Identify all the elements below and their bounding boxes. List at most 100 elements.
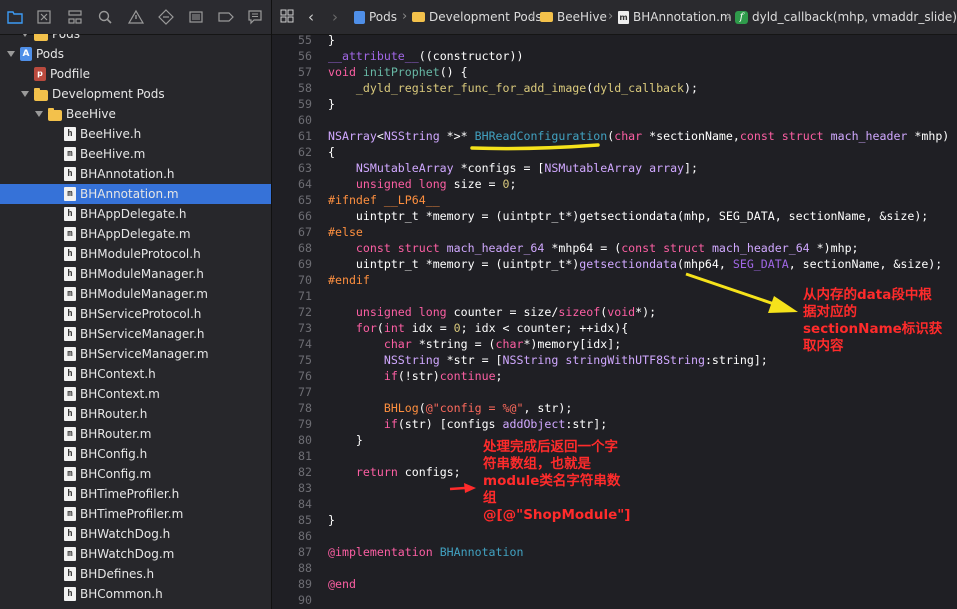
back-button[interactable]: ‹ bbox=[308, 8, 314, 26]
crumb-pods[interactable]: Pods bbox=[354, 10, 397, 24]
crumb-function[interactable]: f dyld_callback(mhp, vmaddr_slide) bbox=[735, 10, 957, 24]
report-icon[interactable] bbox=[246, 8, 264, 26]
code-token: configs; bbox=[404, 465, 461, 479]
line-number: 84 bbox=[298, 497, 312, 511]
crumb-beehive[interactable]: BeeHive bbox=[540, 10, 607, 24]
code-line: const struct mach_header_64 *mhp64 = (co… bbox=[328, 240, 859, 256]
line-number: 64 bbox=[298, 177, 312, 191]
tree-item[interactable]: Development Pods bbox=[0, 84, 271, 104]
tree-item[interactable]: h BHAnnotation.h bbox=[0, 164, 271, 184]
code-token: () { bbox=[439, 65, 468, 79]
tree-item-label: BHConfig.m bbox=[80, 467, 152, 481]
tree-item-label: BHContext.m bbox=[80, 387, 160, 401]
tree-item-label: BHServiceManager.h bbox=[80, 327, 205, 341]
code-line: uintptr_t *memory = (uintptr_t*)getsecti… bbox=[328, 208, 928, 224]
tree-item[interactable]: p Podfile bbox=[0, 64, 271, 84]
tree-item[interactable]: h BHModuleManager.h bbox=[0, 264, 271, 284]
header-file-icon: h bbox=[64, 587, 76, 601]
code-token: idx = bbox=[411, 321, 454, 335]
tree-item-label: BHContext.h bbox=[80, 367, 156, 381]
code-token: mach_header_64 bbox=[446, 241, 545, 255]
issue-icon[interactable] bbox=[127, 8, 145, 26]
crumb-development-pods[interactable]: Development Pods bbox=[412, 10, 542, 24]
folder-icon bbox=[34, 34, 48, 41]
annotation-line: 据对应的 bbox=[803, 304, 857, 320]
tree-item[interactable]: m BHConfig.m bbox=[0, 464, 271, 484]
tree-item[interactable]: h BHContext.h bbox=[0, 364, 271, 384]
tree-item[interactable]: m BHServiceManager.m bbox=[0, 344, 271, 364]
code-token: < bbox=[376, 129, 384, 143]
code-token: if bbox=[383, 369, 398, 383]
header-file-icon: h bbox=[64, 127, 76, 141]
code-token: 0 bbox=[502, 177, 510, 191]
tree-item[interactable]: h BHCommon.h bbox=[0, 584, 271, 604]
search-icon[interactable] bbox=[96, 8, 114, 26]
related-items-icon[interactable] bbox=[280, 9, 294, 23]
tree-item[interactable]: h BHConfig.h bbox=[0, 444, 271, 464]
tree-item-label: BHAppDelegate.m bbox=[80, 227, 191, 241]
forward-button[interactable]: › bbox=[332, 8, 338, 26]
tree-item[interactable]: h BHAppDelegate.h bbox=[0, 204, 271, 224]
disclosure-triangle-icon[interactable] bbox=[34, 109, 44, 119]
tree-item[interactable]: m BHRouter.m bbox=[0, 424, 271, 444]
tree-item[interactable]: m BHModuleManager.m bbox=[0, 284, 271, 304]
tree-item[interactable]: h BHRouter.h bbox=[0, 404, 271, 424]
header-file-icon: h bbox=[64, 367, 76, 381]
header-file-icon: h bbox=[64, 207, 76, 221]
folder-icon[interactable] bbox=[6, 8, 24, 26]
test-icon[interactable] bbox=[157, 8, 175, 26]
tree-item[interactable]: h BHDefines.h bbox=[0, 564, 271, 584]
function-icon: f bbox=[735, 10, 748, 24]
tree-item[interactable]: Pods bbox=[0, 34, 271, 44]
annotation-line: 取内容 bbox=[803, 338, 844, 354]
code-token: } bbox=[328, 513, 335, 527]
tree-item[interactable]: h BHWatchDog.h bbox=[0, 524, 271, 544]
tree-item[interactable]: m BHTimeProfiler.m bbox=[0, 504, 271, 524]
disclosure-triangle-icon[interactable] bbox=[20, 89, 30, 99]
tree-item-label: BHModuleProtocol.h bbox=[80, 247, 201, 261]
disclosure-triangle-icon[interactable] bbox=[20, 34, 30, 39]
line-number: 82 bbox=[298, 465, 312, 479]
tree-item-label: BHDefines.h bbox=[80, 567, 155, 581]
tree-item[interactable]: m BHContext.m bbox=[0, 384, 271, 404]
tree-item[interactable]: h BHModuleProtocol.h bbox=[0, 244, 271, 264]
line-number: 74 bbox=[298, 337, 312, 351]
debug-icon[interactable] bbox=[187, 8, 205, 26]
line-number: 65 bbox=[298, 193, 312, 207]
tree-item[interactable]: h BHServiceManager.h bbox=[0, 324, 271, 344]
source-control-icon[interactable] bbox=[35, 8, 53, 26]
tree-item[interactable]: h BeeHive.h bbox=[0, 124, 271, 144]
code-token: :string]; bbox=[704, 353, 768, 367]
line-number: 86 bbox=[298, 529, 312, 543]
file-tree: Pods A Pods p Podfile Development Pods BeeHive… bbox=[0, 34, 271, 609]
tree-item[interactable]: h BHServiceProtocol.h bbox=[0, 304, 271, 324]
tree-item[interactable]: m BHAnnotation.m bbox=[0, 184, 271, 204]
code-line: char *string = (char*)memory[idx]; bbox=[328, 336, 621, 352]
hierarchy-icon[interactable] bbox=[66, 8, 84, 26]
objc-file-icon: m bbox=[64, 427, 76, 441]
line-number: 69 bbox=[298, 257, 312, 271]
tree-item[interactable]: m BeeHive.m bbox=[0, 144, 271, 164]
line-number: 60 bbox=[298, 113, 312, 127]
crumb-file[interactable]: m BHAnnotation.m bbox=[618, 10, 732, 24]
tree-item-label: BHWatchDog.m bbox=[80, 547, 175, 561]
code-line: for(int idx = 0; idx < counter; ++idx){ bbox=[328, 320, 628, 336]
objc-file-icon: m bbox=[64, 187, 76, 201]
tree-item[interactable]: m BHAppDelegate.m bbox=[0, 224, 271, 244]
line-number: 78 bbox=[298, 401, 312, 415]
disclosure-triangle-icon[interactable] bbox=[6, 49, 16, 59]
line-number: 73 bbox=[298, 321, 312, 335]
tree-item[interactable]: A Pods bbox=[0, 44, 271, 64]
tree-item[interactable]: h BHTimeProfiler.h bbox=[0, 484, 271, 504]
breakpoint-icon[interactable] bbox=[217, 8, 235, 26]
tree-item[interactable]: BeeHive bbox=[0, 104, 271, 124]
annotation-return-array: 处理完成后返回一个字 符串数组，也就是 module类名字符串数 组 @[@"S… bbox=[483, 439, 630, 524]
tree-item[interactable]: m BHWatchDog.m bbox=[0, 544, 271, 564]
